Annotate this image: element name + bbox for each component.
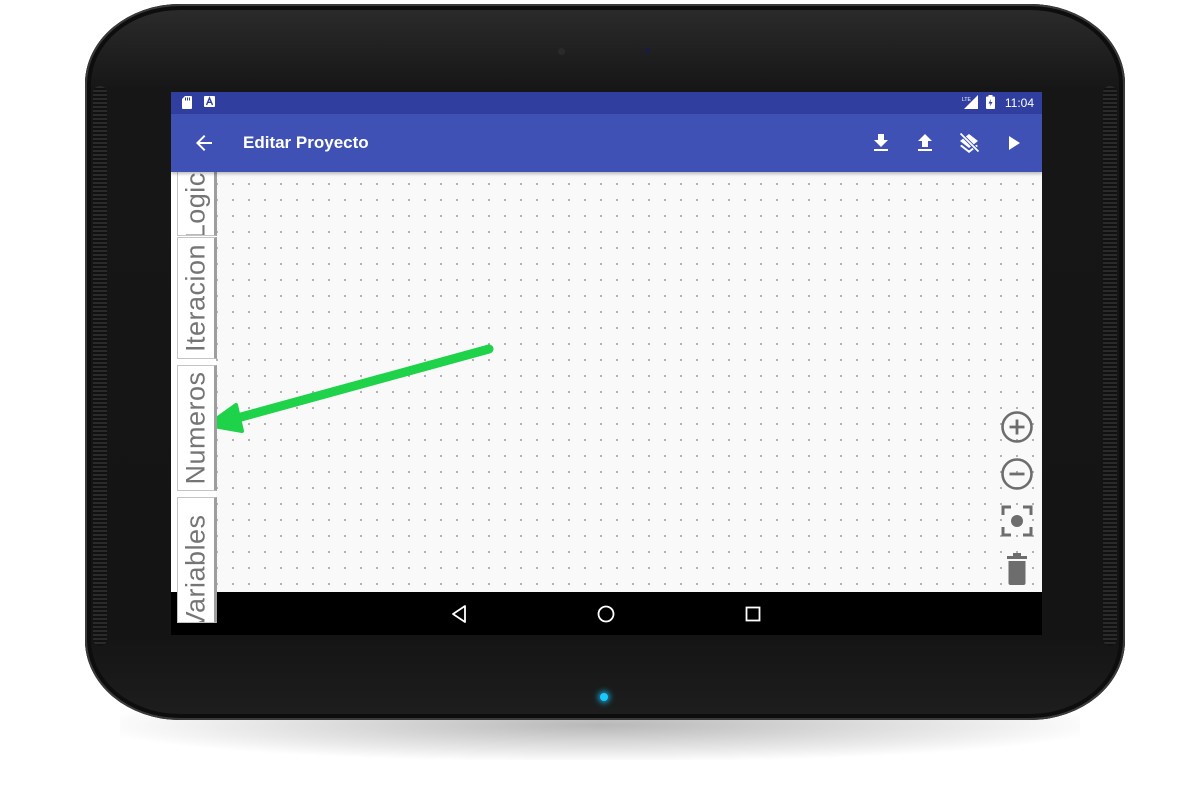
right-speaker-grille bbox=[1103, 86, 1117, 646]
system-nav-bar bbox=[171, 592, 1042, 635]
status-time: 11:04 bbox=[1004, 96, 1034, 110]
svg-text:LTE: LTE bbox=[962, 97, 971, 103]
status-bar: LTE 11:04 bbox=[171, 92, 1042, 114]
back-triangle-icon[interactable] bbox=[448, 603, 470, 625]
front-camera bbox=[558, 48, 565, 55]
battery-charging-icon bbox=[986, 95, 995, 109]
blocks-workspace[interactable] bbox=[171, 172, 1042, 592]
layers-off-icon[interactable] bbox=[957, 131, 981, 155]
light-sensor bbox=[645, 48, 650, 53]
zoom-out-icon[interactable] bbox=[1000, 457, 1034, 491]
upload-icon[interactable] bbox=[913, 131, 937, 155]
recents-square-icon[interactable] bbox=[742, 603, 764, 625]
tab-iteracion[interactable]: Iteracion bbox=[177, 237, 217, 359]
tab-variables[interactable]: Variables bbox=[177, 497, 217, 623]
category-sidebar: Logica Iteracion Numeros Variables bbox=[171, 160, 217, 623]
recenter-icon[interactable] bbox=[1000, 504, 1034, 538]
download-icon[interactable] bbox=[869, 131, 893, 155]
a-notification-icon bbox=[204, 96, 215, 107]
lte-signal-icon: LTE bbox=[962, 95, 978, 109]
tab-label: Iteracion bbox=[180, 243, 211, 353]
device-screen: LTE 11:04 Editar Proyecto Logica Iteraci… bbox=[171, 92, 1042, 635]
sd-card-icon bbox=[182, 96, 192, 109]
left-speaker-grille bbox=[93, 86, 107, 646]
page-title: Editar Proyecto bbox=[243, 133, 369, 152]
zoom-in-icon[interactable] bbox=[1000, 410, 1034, 444]
notification-led bbox=[600, 693, 608, 701]
tab-label: Variables bbox=[180, 514, 211, 623]
trash-icon[interactable] bbox=[1000, 551, 1034, 585]
home-circle-icon[interactable] bbox=[595, 603, 617, 625]
tab-numeros[interactable]: Numeros bbox=[177, 365, 217, 491]
play-icon[interactable] bbox=[1001, 131, 1025, 155]
app-bar: Editar Proyecto bbox=[171, 114, 1042, 172]
tab-label: Numeros bbox=[180, 371, 211, 485]
arrow-left-icon[interactable] bbox=[192, 131, 216, 155]
